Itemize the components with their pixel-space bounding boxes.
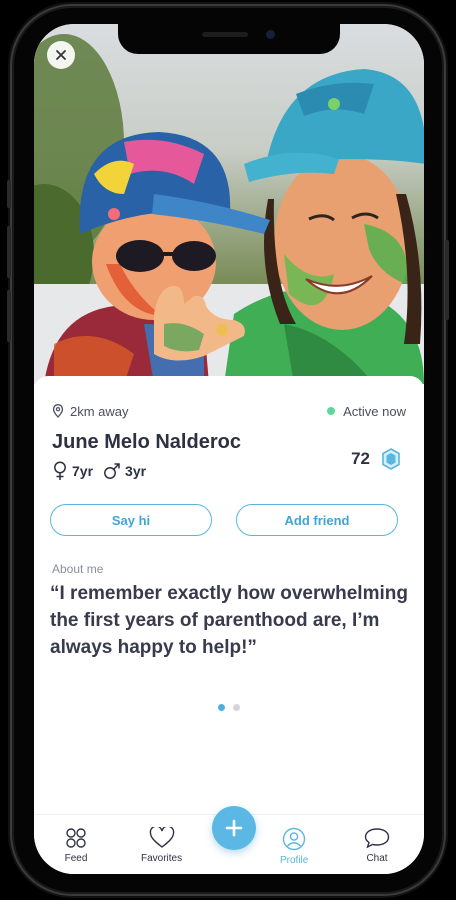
plus-icon <box>225 819 243 837</box>
active-status: Active now <box>327 404 406 419</box>
meta-row: 2km away Active now <box>52 402 406 420</box>
kid-age: 3yr <box>125 463 147 479</box>
side-button <box>7 290 11 342</box>
about-label: About me <box>52 562 104 576</box>
page-dot[interactable] <box>233 704 240 711</box>
notch <box>118 24 340 54</box>
kids-list: 7yr 3yr <box>52 461 146 481</box>
feed-icon <box>66 828 86 848</box>
tab-favorites[interactable]: Favorites <box>141 827 182 864</box>
about-quote: “I remember exactly how overwhelming the… <box>50 583 408 658</box>
kid-age: 7yr <box>72 463 94 479</box>
page-indicator <box>34 704 424 711</box>
kid-item: 7yr <box>52 461 93 481</box>
badge-icon <box>382 448 400 470</box>
score-value: 72 <box>351 449 370 468</box>
profile-card: 2km away Active now June Melo Nalderoc 7… <box>34 376 424 824</box>
tab-chat-label: Chat <box>366 853 388 864</box>
close-icon <box>56 50 66 60</box>
kid-item: 3yr <box>103 462 146 480</box>
profile-name: June Melo Nalderoc <box>52 431 241 453</box>
active-dot <box>327 407 336 415</box>
location-pin-icon <box>52 404 64 418</box>
tab-favorites-label: Favorites <box>141 853 183 864</box>
profile-icon <box>282 827 306 851</box>
tab-chat[interactable]: Chat <box>364 827 390 864</box>
front-camera <box>266 30 275 39</box>
say-hi-button[interactable]: Say hi <box>50 504 212 536</box>
close-button[interactable] <box>47 41 75 69</box>
tab-profile[interactable]: Profile <box>280 827 308 866</box>
chat-icon <box>364 828 390 849</box>
active-status-text: Active now <box>343 403 406 419</box>
female-icon <box>54 461 66 480</box>
male-icon <box>104 463 120 479</box>
heart-icon <box>149 827 174 848</box>
side-button <box>445 240 449 320</box>
tab-feed[interactable]: Feed <box>64 827 88 864</box>
tab-profile-label: Profile <box>280 855 309 866</box>
speaker <box>202 32 248 37</box>
add-button[interactable] <box>212 806 256 850</box>
page-dot-active[interactable] <box>218 704 225 711</box>
score-badge: 72 <box>351 448 400 470</box>
tab-feed-label: Feed <box>64 853 88 864</box>
screen: 2km away Active now June Melo Nalderoc 7… <box>34 24 424 874</box>
add-friend-button[interactable]: Add friend <box>236 504 398 536</box>
side-button <box>7 226 11 278</box>
distance-text: 2km away <box>70 403 129 419</box>
profile-photo <box>34 24 424 384</box>
side-button <box>7 180 11 208</box>
distance: 2km away <box>52 404 129 419</box>
